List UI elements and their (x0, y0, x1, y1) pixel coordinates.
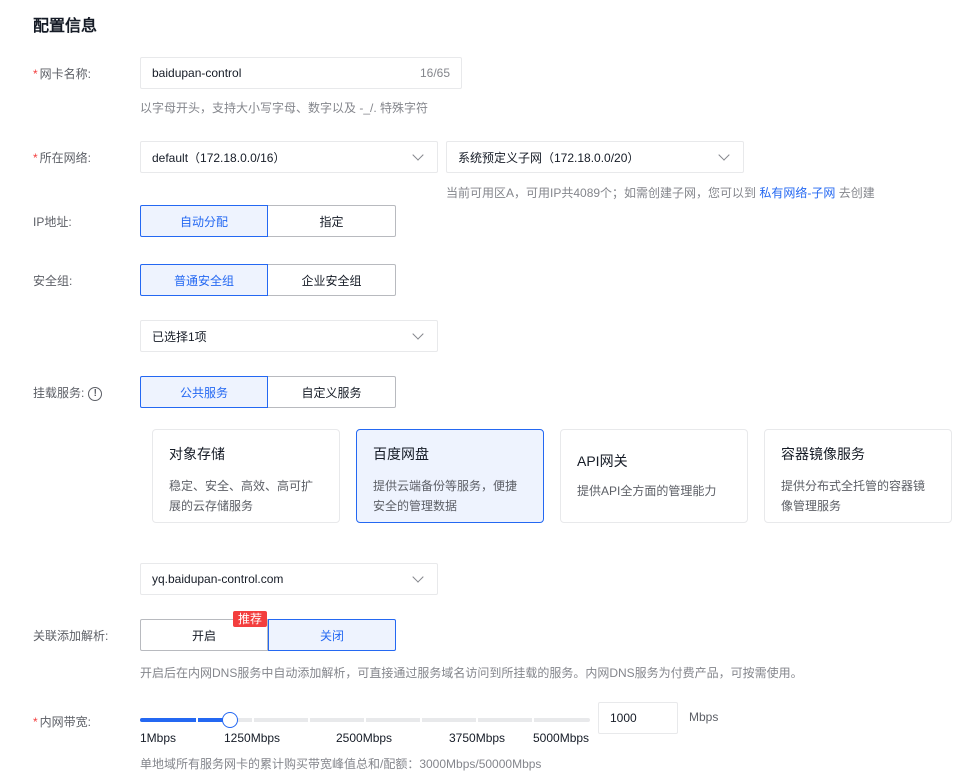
bandwidth-value: 1000 (610, 711, 637, 725)
nic-name-input[interactable]: baidupan-control 16/65 (140, 57, 462, 89)
mount-service-type-switch: 公共服务 自定义服务 (140, 376, 396, 408)
dns-label: 关联添加解析: (33, 629, 109, 643)
ip-mode-switch: 自动分配 指定 (140, 205, 396, 237)
service-card-object-storage[interactable]: 对象存储 稳定、安全、高效、高可扩展的云存储服务 (152, 429, 340, 523)
slider-tick (252, 718, 254, 722)
dns-hint: 开启后在内网DNS服务中自动添加解析，可直接通过服务域名访问到所挂载的服务。内网… (140, 666, 803, 680)
ip-label: IP地址: (33, 215, 72, 229)
slider-tick (196, 718, 198, 722)
bandwidth-hint: 单地域所有服务网卡的累计购买带宽峰值总和/配额：3000Mbps/50000Mb… (140, 757, 542, 771)
slider-handle[interactable] (221, 712, 238, 728)
vpc-select-value: default（172.18.0.0/16） (152, 150, 286, 165)
service-card-desc: 稳定、安全、高效、高可扩展的云存储服务 (169, 479, 314, 513)
network-hint: 当前可用区A，可用IP共4089个；如需创建子网，您可以到 私有网络-子网 去创… (446, 186, 875, 200)
section-title: 配置信息 (33, 18, 98, 35)
ip-auto-option[interactable]: 自动分配 (140, 205, 268, 237)
service-card-desc: 提供API全方面的管理能力 (577, 484, 717, 498)
enterprise-security-group-option[interactable]: 企业安全组 (268, 264, 396, 296)
recommend-badge: 推荐 (233, 611, 268, 627)
normal-security-group-option[interactable]: 普通安全组 (140, 264, 268, 296)
service-domain-select[interactable]: yq.baidupan-control.com (140, 563, 438, 595)
service-card-container-registry[interactable]: 容器镜像服务 提供分布式全托管的容器镜像管理服务 (764, 429, 952, 523)
slider-tick-label: 3750Mbps (449, 731, 506, 745)
bandwidth-slider[interactable] (140, 710, 590, 730)
dns-off-option[interactable]: 关闭 (268, 619, 396, 651)
slider-tick-label: 2500Mbps (336, 731, 393, 745)
service-card-title: 对象存储 (169, 446, 225, 462)
bandwidth-label: * 内网带宽: (33, 715, 92, 729)
slider-tick-label: 1Mbps (140, 731, 177, 745)
custom-service-option[interactable]: 自定义服务 (268, 376, 396, 408)
chevron-down-icon (412, 328, 424, 340)
service-card-title: 百度网盘 (373, 446, 429, 462)
security-group-select-value: 已选择1项 (152, 329, 207, 344)
service-card-api-gateway[interactable]: API网关 提供API全方面的管理能力 (560, 429, 748, 523)
chevron-down-icon (718, 149, 730, 161)
security-group-label: 安全组: (33, 274, 73, 288)
nic-name-hint: 以字母开头，支持大小写字母、数字以及 -_/. 特殊字符 (140, 101, 429, 115)
slider-tick (476, 718, 478, 722)
ip-specify-option[interactable]: 指定 (268, 205, 396, 237)
service-card-title: API网关 (577, 453, 628, 469)
service-card-desc: 提供云端备份等服务，便捷安全的管理数据 (373, 479, 518, 513)
service-card-baidu-netdisk[interactable]: 百度网盘 提供云端备份等服务，便捷安全的管理数据 (356, 429, 544, 523)
nic-name-value: baidupan-control (152, 66, 242, 80)
slider-tick-label: 1250Mbps (224, 731, 281, 745)
info-circle-icon[interactable]: ! (88, 386, 103, 401)
service-domain-value: yq.baidupan-control.com (152, 572, 284, 586)
nic-name-label: * 网卡名称: (33, 67, 92, 81)
slider-fill (140, 718, 230, 722)
subnet-select[interactable]: 系统预定义子网（172.18.0.0/20） (446, 141, 744, 173)
vpc-select[interactable]: default（172.18.0.0/16） (140, 141, 438, 173)
slider-tick (532, 718, 534, 722)
mount-service-label: 挂载服务:! (33, 384, 103, 401)
public-service-option[interactable]: 公共服务 (140, 376, 268, 408)
subnet-select-value: 系统预定义子网（172.18.0.0/20） (458, 150, 640, 165)
chevron-down-icon (412, 149, 424, 161)
slider-tick (364, 718, 366, 722)
security-group-type-switch: 普通安全组 企业安全组 (140, 264, 396, 296)
nic-name-char-count: 16/65 (419, 66, 450, 80)
service-card-title: 容器镜像服务 (781, 446, 865, 462)
dns-switch: 开启 关闭 (140, 619, 396, 651)
service-card-desc: 提供分布式全托管的容器镜像管理服务 (781, 479, 926, 513)
slider-tick (420, 718, 422, 722)
chevron-down-icon (412, 571, 424, 583)
network-label: * 所在网络: (33, 151, 92, 165)
slider-tick-label: 5000Mbps (533, 731, 590, 745)
security-group-select[interactable]: 已选择1项 (140, 320, 438, 352)
slider-tick (308, 718, 310, 722)
bandwidth-unit: Mbps (689, 710, 719, 724)
vpc-subnet-link[interactable]: 私有网络-子网 (759, 186, 835, 200)
bandwidth-input[interactable]: 1000 (598, 702, 678, 734)
